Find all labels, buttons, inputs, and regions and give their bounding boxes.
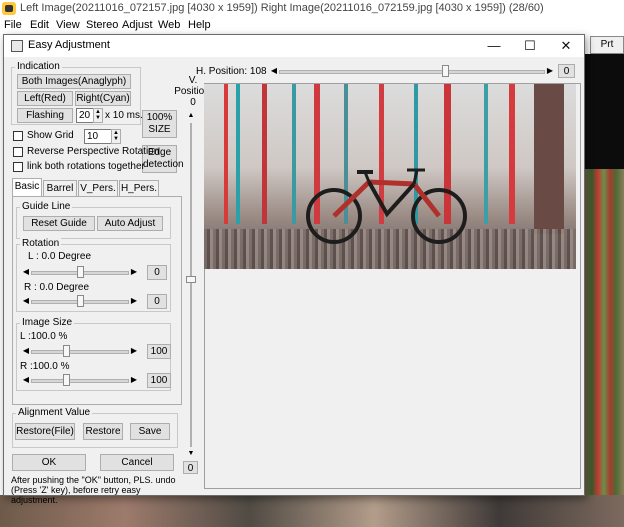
left-red-button[interactable]: Left(Red) — [17, 91, 73, 106]
bicycle-icon — [306, 168, 467, 244]
v-position-slider[interactable]: ▲ ▼ — [186, 111, 196, 459]
v-slider-track — [190, 123, 192, 447]
image-size-right-slider[interactable]: ◀ ▶ — [21, 373, 139, 387]
h-position-value: 108 — [249, 66, 267, 77]
v-slider-down-arrow-icon[interactable]: ▼ — [186, 449, 196, 459]
menu-view[interactable]: View — [56, 19, 80, 31]
slider-left-arrow-icon[interactable]: ◀ — [21, 344, 31, 358]
slider-track — [279, 70, 545, 74]
slider-right-arrow-icon[interactable]: ▶ — [129, 265, 139, 279]
image-size-label: Image Size — [20, 317, 75, 328]
slider-thumb[interactable] — [76, 266, 84, 278]
grid-size-field[interactable]: 10 — [84, 129, 112, 144]
image-size-left-label: L :100.0 % — [20, 331, 68, 342]
v-label-1: V. — [188, 75, 198, 86]
rotation-right-value[interactable]: 0 — [147, 294, 167, 309]
save-button[interactable]: Save — [130, 423, 170, 440]
reset-guide-button[interactable]: Reset Guide — [23, 216, 95, 231]
right-cyan-button[interactable]: Right(Cyan) — [75, 91, 131, 106]
anaglyph-preview-image[interactable] — [204, 84, 576, 269]
rotation-left-label: L : 0.0 Degree — [28, 251, 92, 262]
restore-button[interactable]: Restore — [83, 423, 123, 440]
reverse-perspective-label: Reverse Perspective Rotation — [27, 146, 160, 157]
size-100-line2: SIZE — [148, 124, 171, 135]
tab-v-pers[interactable]: V_Pers. — [78, 180, 118, 196]
menu-edit[interactable]: Edit — [30, 19, 49, 31]
image-size-right-label: R :100.0 % — [20, 361, 70, 372]
size-100-line1: 100% — [146, 112, 173, 123]
flash-interval-spinner[interactable]: ▲ ▼ — [93, 108, 103, 123]
print-button[interactable]: Prt — [590, 36, 624, 54]
menu-web[interactable]: Web — [158, 19, 180, 31]
cancel-button[interactable]: Cancel — [100, 454, 174, 471]
rotation-left-slider[interactable]: ◀ ▶ — [21, 265, 139, 279]
slider-thumb[interactable] — [62, 345, 70, 357]
main-title-bar: Left Image(20211016_072157.jpg [4030 x 1… — [0, 0, 624, 18]
v-position-value: 0 — [190, 97, 196, 108]
h-position-slider[interactable]: ◀ ▶ — [269, 64, 555, 78]
undo-note: After pushing the "OK" button, PLS. undo… — [11, 475, 176, 505]
minimize-icon[interactable]: — — [476, 35, 512, 57]
maximize-icon[interactable]: ☐ — [512, 35, 548, 57]
slider-track — [31, 350, 129, 354]
menu-bar: File Edit View Stereo Adjust Web Help — [0, 18, 624, 34]
h-position-box[interactable]: 0 — [558, 64, 575, 78]
rotation-right-label: R : 0.0 Degree — [24, 282, 90, 293]
flashing-button[interactable]: Flashing — [17, 108, 73, 123]
show-grid-label: Show Grid — [27, 130, 74, 141]
image-size-left-slider[interactable]: ◀ ▶ — [21, 344, 139, 358]
menu-adjust[interactable]: Adjust — [122, 19, 153, 31]
menu-help[interactable]: Help — [188, 19, 211, 31]
dialog-icon — [11, 40, 23, 52]
both-images-button[interactable]: Both Images(Anaglyph) — [17, 74, 131, 89]
auto-adjust-button[interactable]: Auto Adjust — [97, 216, 163, 231]
edge-line2: detection — [143, 159, 184, 170]
menu-file[interactable]: File — [4, 19, 22, 31]
tab-barrel[interactable]: Barrel — [43, 180, 77, 196]
slider-right-arrow-icon[interactable]: ▶ — [545, 64, 555, 78]
indication-group-label: Indication — [15, 61, 62, 72]
dark-image-area — [584, 54, 624, 169]
h-position-label: H. Position: 108 — [196, 66, 267, 77]
flash-interval-field[interactable]: 20 — [76, 108, 94, 123]
app-icon — [2, 2, 16, 15]
image-size-right-value[interactable]: 100 — [147, 373, 171, 388]
close-icon[interactable]: ✕ — [548, 35, 584, 57]
alignment-label: Alignment Value — [16, 407, 93, 418]
restore-file-button[interactable]: Restore(File) — [15, 423, 75, 440]
slider-left-arrow-icon[interactable]: ◀ — [21, 294, 31, 308]
guide-line-label: Guide Line — [20, 201, 73, 212]
rotation-right-slider[interactable]: ◀ ▶ — [21, 294, 139, 308]
slider-thumb[interactable] — [62, 374, 70, 386]
v-position-box[interactable]: 0 — [183, 461, 198, 474]
flash-unit-label: x 10 ms. — [105, 110, 143, 121]
show-grid-checkbox[interactable] — [13, 131, 23, 141]
image-size-left-value[interactable]: 100 — [147, 344, 171, 359]
slider-left-arrow-icon[interactable]: ◀ — [269, 64, 279, 78]
v-slider-up-arrow-icon[interactable]: ▲ — [186, 111, 196, 121]
link-rotations-label: link both rotations together — [27, 161, 145, 172]
slider-right-arrow-icon[interactable]: ▶ — [129, 344, 139, 358]
tab-h-pers[interactable]: H_Pers. — [119, 180, 159, 196]
main-window-title: Left Image(20211016_072157.jpg [4030 x 1… — [20, 2, 544, 14]
rotation-left-value[interactable]: 0 — [147, 265, 167, 280]
ok-button[interactable]: OK — [12, 454, 86, 471]
link-rotations-checkbox[interactable] — [13, 162, 23, 172]
slider-track — [31, 379, 129, 383]
slider-thumb[interactable] — [76, 295, 84, 307]
grid-size-spinner[interactable]: ▲ ▼ — [111, 129, 121, 144]
slider-right-arrow-icon[interactable]: ▶ — [129, 294, 139, 308]
dialog-title: Easy Adjustment — [28, 39, 110, 51]
tab-basic[interactable]: Basic — [12, 178, 42, 196]
slider-right-arrow-icon[interactable]: ▶ — [129, 373, 139, 387]
size-100-button[interactable]: 100% SIZE — [142, 110, 177, 138]
slider-left-arrow-icon[interactable]: ◀ — [21, 373, 31, 387]
slider-left-arrow-icon[interactable]: ◀ — [21, 265, 31, 279]
dialog-title-bar: Easy Adjustment — ☐ ✕ — [4, 35, 584, 57]
slider-thumb[interactable] — [442, 65, 450, 77]
rotation-label: Rotation — [20, 238, 62, 249]
reverse-perspective-checkbox[interactable] — [13, 147, 23, 157]
v-slider-thumb[interactable] — [186, 276, 196, 283]
menu-stereo[interactable]: Stereo — [86, 19, 118, 31]
